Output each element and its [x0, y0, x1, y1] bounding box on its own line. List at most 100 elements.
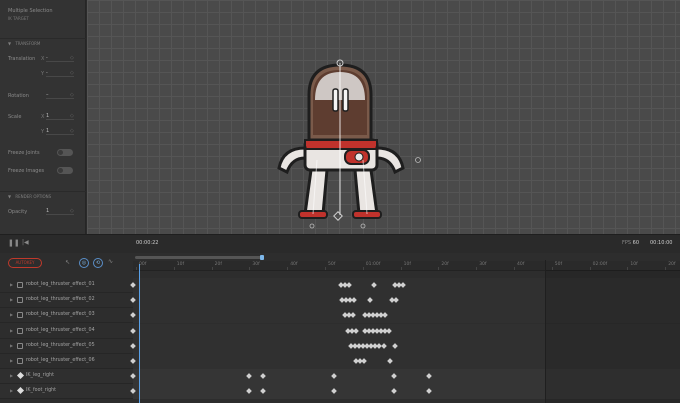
freeze-joints-row: Freeze Joints: [0, 148, 86, 158]
expand-arrow-icon[interactable]: ▶: [10, 343, 13, 348]
keyframe[interactable]: [353, 327, 359, 334]
ruler-tick-label: 10f: [630, 262, 638, 267]
end-marker-line[interactable]: [545, 260, 546, 403]
keyframe[interactable]: [361, 358, 367, 364]
keyframe[interactable]: [246, 373, 252, 380]
keyframe[interactable]: [346, 282, 352, 288]
transform-section-label: TRANSFORM: [15, 41, 41, 46]
curve-icon[interactable]: ∿: [108, 258, 113, 265]
keyframe[interactable]: [130, 327, 136, 334]
keyframe[interactable]: [130, 358, 136, 364]
track-name: robot_leg_thruster_effect_03: [26, 312, 95, 318]
robot-leg-right[interactable]: [353, 168, 379, 216]
cursor-tool-icon[interactable]: ↖: [65, 259, 70, 266]
ruler-tick-line: [249, 267, 251, 270]
keyframe[interactable]: [426, 373, 432, 380]
keyframe[interactable]: [130, 342, 136, 349]
expand-arrow-icon[interactable]: ▶: [10, 388, 13, 393]
keyframe[interactable]: [391, 373, 397, 380]
keyframe-diamond-icon[interactable]: ◇: [70, 92, 74, 98]
keyframe[interactable]: [260, 373, 266, 380]
keyframe[interactable]: [392, 342, 398, 349]
ruler-tick-label: 30f: [252, 262, 260, 267]
keyframe[interactable]: [130, 388, 136, 395]
image-layer-icon: [17, 312, 23, 319]
time-range-scrubber[interactable]: [135, 255, 264, 260]
keyframe[interactable]: [371, 282, 377, 288]
app-window: Multiple Selection IK TARGET ▼ TRANSFORM…: [0, 0, 680, 403]
keyframe[interactable]: [386, 327, 392, 334]
ik-target-handle[interactable]: [333, 211, 343, 221]
keyframe[interactable]: [367, 297, 373, 304]
ruler-tick-line: [136, 267, 137, 270]
keyframe-diamond-icon[interactable]: ◇: [70, 113, 74, 119]
expand-arrow-icon[interactable]: ▶: [10, 328, 13, 333]
keyframe-diamond-icon[interactable]: ◇: [70, 208, 74, 214]
scale-label: Scale: [8, 114, 22, 120]
keyframe[interactable]: [130, 373, 136, 380]
selection-title: Multiple Selection: [8, 8, 53, 14]
render-options-section-header[interactable]: ▼ RENDER OPTIONS: [0, 191, 86, 201]
keyframe[interactable]: [350, 312, 356, 319]
ruler-tick-line: [287, 267, 289, 270]
loop-icon[interactable]: ⟲: [93, 258, 103, 268]
ruler-tick-label: 20f: [441, 262, 449, 267]
keyframe[interactable]: [246, 388, 252, 395]
keyframe[interactable]: [382, 312, 388, 319]
keyframe[interactable]: [400, 282, 406, 288]
step-back-icon[interactable]: |◀: [22, 239, 29, 246]
ruler-tick-label: 30f: [479, 262, 487, 267]
canvas-viewport[interactable]: [87, 0, 680, 234]
keyframe[interactable]: [130, 282, 136, 288]
ik-target-marker[interactable]: [309, 223, 315, 229]
opacity-row: Opacity 1 ◇: [0, 207, 86, 217]
keyframe[interactable]: [426, 388, 432, 395]
robot-arm-right[interactable]: [375, 146, 405, 175]
end-time[interactable]: 00:10:00: [650, 240, 672, 246]
keyframe[interactable]: [381, 342, 387, 349]
freeze-images-label: Freeze Images: [8, 168, 45, 174]
keyframe-diamond-icon[interactable]: ◇: [70, 55, 74, 61]
robot-arm-left[interactable]: [277, 146, 307, 175]
timeline-tools: AUTOKEY ↖ ◎ ⟲ ∿: [0, 253, 133, 271]
robot-eye-left: [332, 88, 339, 112]
robot-character: [277, 59, 421, 229]
keyframe-diamond-icon[interactable]: ◇: [70, 128, 74, 134]
ruler-tick-line: [438, 267, 440, 270]
transform-section-header[interactable]: ▼ TRANSFORM: [0, 38, 86, 48]
ruler-tick-line: [400, 267, 402, 270]
keyframe[interactable]: [391, 388, 397, 395]
fps-value: 60: [632, 240, 640, 246]
freeze-joints-toggle[interactable]: [57, 149, 73, 156]
scrubber-handle[interactable]: [260, 255, 264, 260]
opacity-label: Opacity: [8, 209, 28, 215]
timeline-header: ❚❚ |◀ 00:00:22 FPS 60 00:10:00: [0, 235, 680, 253]
play-mode-icon[interactable]: ◎: [79, 258, 89, 268]
keyframe[interactable]: [393, 297, 399, 304]
keyframe[interactable]: [387, 358, 393, 364]
keyframe[interactable]: [260, 388, 266, 395]
expand-arrow-icon[interactable]: ▶: [10, 282, 13, 287]
keyframe[interactable]: [130, 312, 136, 319]
ik-target-icon: [16, 387, 25, 395]
expand-arrow-icon[interactable]: ▶: [10, 358, 13, 363]
keyframe[interactable]: [331, 373, 337, 380]
fps-display[interactable]: FPS 60: [622, 240, 639, 246]
expand-arrow-icon[interactable]: ▶: [10, 297, 13, 302]
image-layer-icon: [17, 282, 23, 288]
expand-arrow-icon[interactable]: ▶: [10, 312, 13, 317]
keyframe[interactable]: [351, 297, 357, 304]
pause-icon[interactable]: ❚❚: [8, 239, 20, 247]
image-layer-icon: [17, 358, 23, 364]
keyframe[interactable]: [130, 297, 136, 304]
ik-target-marker[interactable]: [415, 157, 421, 163]
keyframe[interactable]: [331, 388, 337, 395]
expand-arrow-icon[interactable]: ▶: [10, 373, 13, 378]
ruler-tick-label: 10f: [403, 262, 411, 267]
playhead[interactable]: [139, 264, 140, 403]
selection-subtitle: IK TARGET: [8, 16, 29, 21]
keyframe-diamond-icon[interactable]: ◇: [70, 70, 74, 76]
autokey-button[interactable]: AUTOKEY: [8, 258, 42, 268]
ik-target-marker[interactable]: [360, 223, 366, 229]
freeze-images-toggle[interactable]: [57, 167, 73, 174]
